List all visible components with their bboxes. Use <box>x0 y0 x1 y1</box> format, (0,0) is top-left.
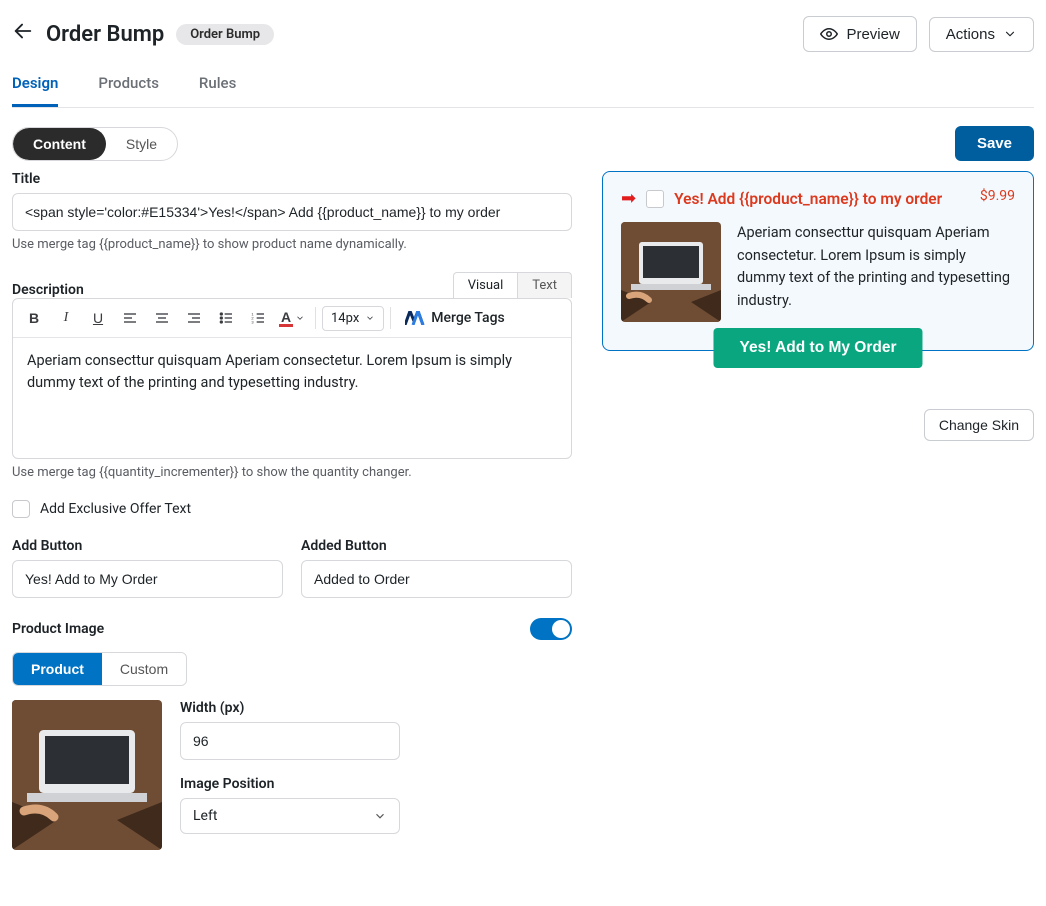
image-position-value: Left <box>193 808 217 824</box>
preview-description: Aperiam consecttur quisquam Aperiam cons… <box>737 222 1015 322</box>
align-left-button[interactable] <box>115 303 145 333</box>
toolbar-divider <box>315 307 316 329</box>
toggle-knob-icon <box>552 620 570 638</box>
button-labels-section: Add Button Added Button <box>12 538 572 598</box>
add-button-input[interactable] <box>12 560 283 598</box>
preview-product-thumbnail <box>621 222 721 322</box>
editor-toolbar: B I U 123 <box>13 299 571 338</box>
style-toggle-button[interactable]: Style <box>106 128 177 160</box>
product-image-thumbnail[interactable] <box>12 700 162 850</box>
added-button-label: Added Button <box>301 538 572 554</box>
preview-price: $9.99 <box>980 188 1015 204</box>
product-image-label: Product Image <box>12 621 104 637</box>
image-source-product-button[interactable]: Product <box>13 653 102 685</box>
align-center-button[interactable] <box>147 303 177 333</box>
editor-tab-visual[interactable]: Visual <box>453 272 519 298</box>
font-size-value: 14px <box>331 311 359 326</box>
toolbar-divider <box>390 307 391 329</box>
product-image-section: Product Image Product Custom <box>12 618 572 850</box>
description-editor[interactable]: Aperiam consecttur quisquam Aperiam cons… <box>13 338 571 458</box>
font-size-select[interactable]: 14px <box>322 306 384 331</box>
tab-rules[interactable]: Rules <box>199 64 236 107</box>
merge-tags-logo-icon <box>405 311 425 325</box>
title-input[interactable] <box>12 193 572 231</box>
svg-text:3: 3 <box>251 319 254 324</box>
merge-tags-button[interactable]: Merge Tags <box>397 306 512 330</box>
title-help: Use merge tag {{product_name}} to show p… <box>12 237 572 252</box>
back-arrow-icon[interactable] <box>12 20 34 48</box>
description-help: Use merge tag {{quantity_incrementer}} t… <box>12 465 572 480</box>
add-button-label: Add Button <box>12 538 283 554</box>
preview-checkbox[interactable] <box>646 190 664 208</box>
product-image-toggle[interactable] <box>530 618 572 640</box>
added-button-input[interactable] <box>301 560 572 598</box>
image-position-label: Image Position <box>180 776 572 792</box>
eye-icon <box>820 25 838 43</box>
actions-button-label: Actions <box>946 26 995 43</box>
width-input[interactable] <box>180 722 400 760</box>
align-right-button[interactable] <box>179 303 209 333</box>
bold-button[interactable]: B <box>19 303 49 333</box>
preview-button-label: Preview <box>846 26 899 43</box>
content-style-toggle: Content Style <box>12 127 178 161</box>
width-label: Width (px) <box>180 700 572 716</box>
save-button[interactable]: Save <box>955 126 1034 161</box>
preview-title: Yes! Add {{product_name}} to my order <box>674 188 970 210</box>
title-label: Title <box>12 171 572 187</box>
page-title: Order Bump <box>46 22 164 47</box>
pointer-arrow-icon: ➡ <box>621 188 636 210</box>
title-section: Title Use merge tag {{product_name}} to … <box>12 171 572 252</box>
tab-products[interactable]: Products <box>98 64 159 107</box>
text-color-button[interactable]: A <box>275 303 309 333</box>
image-source-toggle: Product Custom <box>12 652 187 686</box>
sub-row: Content Style Save <box>12 126 1034 161</box>
editor-tab-text[interactable]: Text <box>518 272 572 298</box>
description-label: Description <box>12 282 84 298</box>
change-skin-button[interactable]: Change Skin <box>924 409 1034 441</box>
type-badge: Order Bump <box>176 24 274 45</box>
bump-preview-card: ➡ Yes! Add {{product_name}} to my order … <box>602 171 1034 351</box>
page-header: Order Bump Order Bump Preview Actions <box>12 12 1034 64</box>
numbered-list-button[interactable]: 123 <box>243 303 273 333</box>
image-position-select[interactable]: Left <box>180 798 400 834</box>
chevron-down-icon <box>373 809 387 823</box>
image-source-custom-button[interactable]: Custom <box>102 653 186 685</box>
underline-button[interactable]: U <box>83 303 113 333</box>
exclusive-offer-checkbox[interactable] <box>12 500 30 518</box>
main-tabs: Design Products Rules <box>12 64 1034 108</box>
chevron-down-icon <box>1003 27 1017 41</box>
exclusive-offer-section: Add Exclusive Offer Text <box>12 500 572 518</box>
bullet-list-button[interactable] <box>211 303 241 333</box>
tab-design[interactable]: Design <box>12 64 58 107</box>
description-section: Description Visual Text B I U <box>12 272 572 480</box>
actions-button[interactable]: Actions <box>929 17 1034 52</box>
exclusive-offer-label: Add Exclusive Offer Text <box>40 501 191 517</box>
preview-add-button[interactable]: Yes! Add to My Order <box>713 328 922 368</box>
content-toggle-button[interactable]: Content <box>13 128 106 160</box>
italic-button[interactable]: I <box>51 303 81 333</box>
exclusive-offer-checkbox-row[interactable]: Add Exclusive Offer Text <box>12 500 572 518</box>
editor-mode-tabs: Visual Text <box>453 272 572 298</box>
merge-tags-label: Merge Tags <box>431 310 504 326</box>
preview-button[interactable]: Preview <box>803 16 916 52</box>
